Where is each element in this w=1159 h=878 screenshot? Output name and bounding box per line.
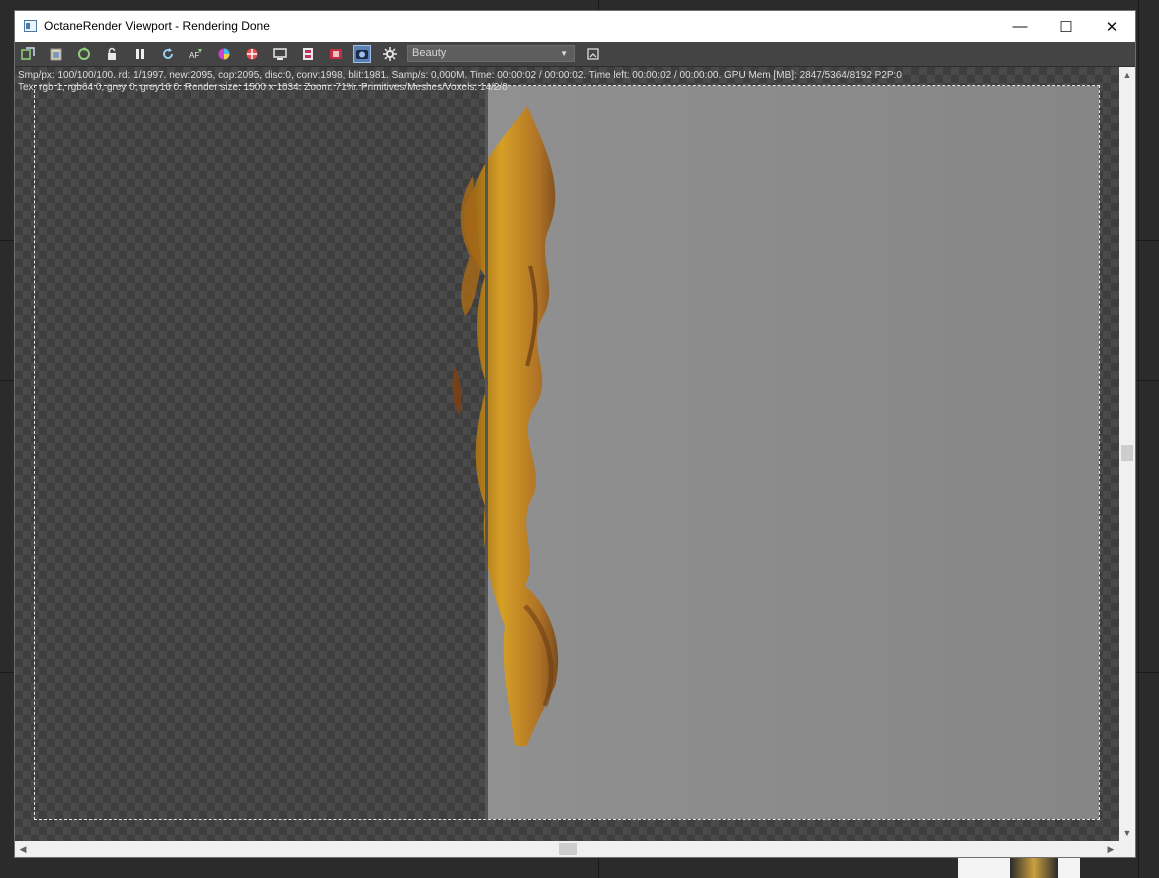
- save-image-icon[interactable]: [584, 45, 602, 63]
- render-toolbar: AF Beauty ▼: [15, 42, 1135, 67]
- scrollbar-corner: [1119, 841, 1135, 857]
- film-red-icon[interactable]: [327, 45, 345, 63]
- compare-split-line[interactable]: [485, 86, 488, 819]
- chevron-down-icon: ▼: [560, 49, 568, 58]
- stats-line-2: Tex: rgb 1, rgb64 0, grey 0, grey16 0. R…: [18, 82, 508, 93]
- render-pass-dropdown[interactable]: Beauty ▼: [407, 45, 575, 62]
- maximize-button[interactable]: ☐: [1043, 11, 1089, 42]
- svg-text:AF: AF: [189, 51, 199, 60]
- scroll-up-icon[interactable]: ▲: [1119, 67, 1135, 83]
- aov-icon[interactable]: AF: [187, 45, 205, 63]
- close-button[interactable]: ✕: [1089, 11, 1135, 42]
- octane-viewport-window: OctaneRender Viewport - Rendering Done —…: [15, 11, 1135, 857]
- film-icon[interactable]: [299, 45, 317, 63]
- vertical-scroll-thumb[interactable]: [1121, 445, 1133, 461]
- scroll-right-icon[interactable]: ▶: [1103, 841, 1119, 857]
- camera-active-icon[interactable]: [353, 45, 371, 63]
- render-pass-value: Beauty: [412, 47, 447, 59]
- pause-icon[interactable]: [131, 45, 149, 63]
- clipboard-icon[interactable]: [47, 45, 65, 63]
- horizontal-scroll-thumb[interactable]: [559, 843, 577, 855]
- send-scene-icon[interactable]: [19, 45, 37, 63]
- minimize-button[interactable]: —: [997, 11, 1043, 42]
- settings-gear-icon[interactable]: [381, 45, 399, 63]
- horizontal-scrollbar[interactable]: ◀ ▶: [15, 841, 1119, 857]
- reload-icon[interactable]: [159, 45, 177, 63]
- stats-line-1: Smp/px: 100/100/100. rd: 1/1997. new:209…: [18, 70, 902, 81]
- vertical-scrollbar[interactable]: ▲ ▼: [1119, 67, 1135, 841]
- app-window-icon: [24, 20, 37, 32]
- lock-icon[interactable]: [103, 45, 121, 63]
- color-wheel-icon[interactable]: [215, 45, 233, 63]
- scroll-left-icon[interactable]: ◀: [15, 841, 31, 857]
- restart-render-icon[interactable]: [75, 45, 93, 63]
- render-statistics: Smp/px: 100/100/100. rd: 1/1997. new:209…: [18, 70, 902, 94]
- background-thumbnail-image: [1010, 858, 1058, 878]
- fire-render-image: [452, 106, 559, 746]
- title-bar[interactable]: OctaneRender Viewport - Rendering Done —…: [15, 11, 1135, 42]
- display-icon[interactable]: [271, 45, 289, 63]
- background-thumbnail-panel: [958, 858, 1080, 878]
- rendered-background: [487, 86, 1099, 819]
- region-icon[interactable]: [243, 45, 261, 63]
- scroll-down-icon[interactable]: ▼: [1119, 825, 1135, 841]
- render-region[interactable]: [34, 85, 1100, 820]
- render-viewport[interactable]: Smp/px: 100/100/100. rd: 1/1997. new:209…: [15, 67, 1119, 841]
- window-title: OctaneRender Viewport - Rendering Done: [44, 19, 270, 33]
